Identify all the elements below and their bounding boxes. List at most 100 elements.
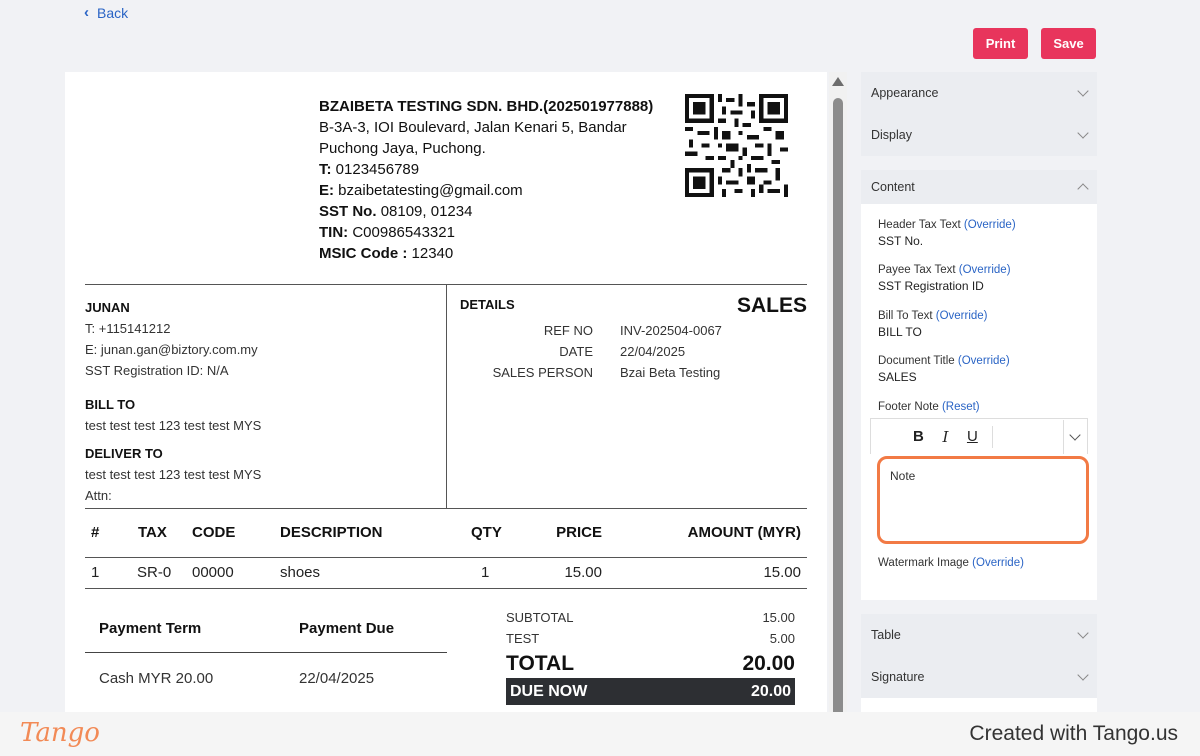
chevron-up-icon: [1077, 183, 1089, 195]
underline-button[interactable]: U: [959, 420, 986, 454]
qr-code: [685, 94, 788, 197]
override-link[interactable]: (Override): [958, 355, 1010, 367]
override-link[interactable]: (Override): [972, 557, 1024, 569]
chevron-left-icon: ‹: [84, 4, 89, 21]
col-tax: TAX: [138, 524, 167, 541]
toolbar-divider: [991, 425, 993, 448]
editor-toolbar: B I U: [870, 418, 1088, 454]
section-label: Signature: [871, 670, 925, 684]
customer-info: JUNAN T: +115141212 E: junan.gan@biztory…: [85, 297, 261, 506]
field-label: Payee Tax Text: [878, 264, 956, 276]
meta-row: SALES PERSON Bzai Beta Testing: [492, 365, 721, 380]
company-phone: T: 0123456789: [319, 161, 420, 178]
due-now-row: DUE NOW 20.00: [506, 678, 795, 705]
more-options-button[interactable]: [1064, 420, 1087, 454]
document-title-field: Document Title (Override) SALES: [878, 355, 1010, 384]
field-value: BILL TO: [878, 325, 922, 339]
section-table[interactable]: Table: [861, 614, 1097, 656]
company-address-line2: Puchong Jaya, Puchong.: [319, 140, 486, 157]
chevron-down-icon: [1077, 127, 1089, 139]
col-price: PRICE: [556, 524, 602, 541]
footer-note-field: Footer Note (Reset): [878, 401, 980, 413]
section-label: Table: [871, 628, 901, 642]
section-label: Content: [871, 180, 915, 194]
bill-to-field: Bill To Text (Override) BILL TO: [878, 310, 988, 339]
scroll-up-icon[interactable]: [832, 77, 844, 86]
divider: [85, 557, 807, 558]
deliver-attn: Attn:: [85, 488, 112, 503]
company-sst: SST No. 08109, 01234: [319, 203, 473, 220]
customer-sst: SST Registration ID: N/A: [85, 363, 229, 378]
invoice-preview: BZAIBETA TESTING SDN. BHD.(202501977888)…: [65, 72, 827, 712]
footer-note-editor[interactable]: Note: [877, 456, 1089, 544]
section-appearance[interactable]: Appearance: [861, 72, 1097, 114]
divider: [85, 508, 807, 509]
document-title: SALES: [736, 294, 807, 317]
section-display[interactable]: Display: [861, 114, 1097, 156]
chevron-down-icon: [1077, 627, 1089, 639]
meta-row: REF NO INV-202504-0067: [543, 323, 722, 338]
watermark-field: Watermark Image (Override): [878, 557, 1024, 569]
deliver-to-label: DELIVER TO: [85, 446, 163, 461]
tango-footer: Tango Created with Tango.us: [0, 712, 1200, 756]
col-description: DESCRIPTION: [280, 524, 383, 541]
settings-group-bottom: Table Signature: [861, 614, 1097, 712]
company-info: BZAIBETA TESTING SDN. BHD.(202501977888)…: [319, 96, 653, 264]
override-link[interactable]: (Override): [936, 310, 988, 322]
section-signature[interactable]: Signature: [861, 656, 1097, 698]
deliver-to-address: test test test 123 test test MYS: [85, 467, 262, 482]
company-email: E: bzaibetatesting@gmail.com: [319, 182, 523, 199]
scroll-thumb[interactable]: [833, 98, 843, 718]
field-label: Footer Note: [878, 401, 939, 413]
meta-row: DATE 22/04/2025: [559, 344, 686, 359]
col-code: CODE: [192, 524, 236, 541]
col-amount: AMOUNT (MYR): [687, 524, 801, 541]
cell-qty: 1: [481, 564, 490, 581]
bold-button[interactable]: B: [905, 420, 932, 454]
tango-logo: Tango: [20, 718, 100, 748]
override-link[interactable]: (Override): [964, 219, 1016, 231]
company-name: BZAIBETA TESTING SDN. BHD.(202501977888): [319, 98, 654, 115]
field-label: Watermark Image: [878, 557, 969, 569]
customer-email: E: junan.gan@biztory.com.my: [85, 342, 258, 357]
divider: [85, 652, 447, 653]
created-with-text: Created with Tango.us: [969, 722, 1178, 745]
divider: [446, 284, 447, 508]
cell-price: 15.00: [564, 564, 602, 581]
chevron-down-icon: [1077, 669, 1089, 681]
totals-section: SUBTOTAL 15.00 TEST 5.00 TOTAL 20.00 DUE NO…: [506, 610, 795, 705]
payment-due-value: 22/04/2025: [299, 670, 375, 687]
payment-term-label: Payment Term: [99, 620, 202, 637]
invoice-meta: REF NO INV-202504-0067 DATE 22/04/2025 SAL…: [445, 320, 722, 383]
section-content[interactable]: Content: [861, 170, 1097, 204]
field-value: SALES: [878, 370, 917, 384]
field-value: SST No.: [878, 234, 924, 248]
total-row: TOTAL 20.00: [506, 652, 795, 675]
bill-to-address: test test test 123 test test MYS: [85, 418, 262, 433]
cell-tax: SR-0: [137, 564, 172, 581]
col-qty: QTY: [471, 524, 502, 541]
payee-tax-field: Payee Tax Text (Override) SST Registrati…: [878, 264, 1011, 293]
field-label: Header Tax Text: [878, 219, 961, 231]
customer-name: JUNAN: [85, 300, 130, 315]
preview-scrollbar[interactable]: [829, 72, 847, 718]
italic-button[interactable]: I: [932, 420, 959, 454]
company-msic: MSIC Code : 12340: [319, 245, 454, 262]
override-link[interactable]: (Override): [959, 264, 1011, 276]
cell-code: 00000: [192, 564, 234, 581]
company-address-line1: B-3A-3, IOI Boulevard, Jalan Kenari 5, B…: [319, 119, 627, 136]
print-button[interactable]: Print: [973, 28, 1028, 59]
reset-link[interactable]: (Reset): [942, 401, 980, 413]
field-value: SST Registration ID: [878, 279, 984, 293]
company-tin: TIN: C00986543321: [319, 224, 455, 241]
col-number: #: [91, 524, 100, 541]
details-label: DETAILS: [460, 297, 515, 312]
save-button[interactable]: Save: [1041, 28, 1096, 59]
back-link[interactable]: ‹ Back: [84, 4, 128, 21]
header-tax-field: Header Tax Text (Override) SST No.: [878, 219, 1016, 248]
field-label: Document Title: [878, 355, 955, 367]
divider: [85, 588, 807, 589]
cell-description: shoes: [280, 564, 321, 581]
section-label: Display: [871, 128, 912, 142]
chevron-down-icon: [1077, 85, 1089, 97]
